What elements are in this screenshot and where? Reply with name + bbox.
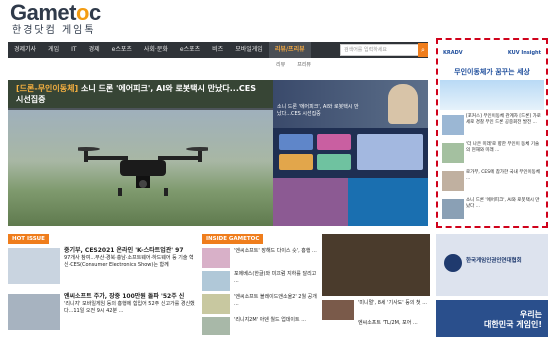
inside-gametoc-label: INSIDE GAMETOC	[202, 234, 264, 244]
hot-issue-body: '리니지' 모바일게임 등의 흥행에 힘입어 52주 신고가를 경신했다...1…	[64, 301, 195, 314]
hot-issue-label: HOT ISSUE	[8, 234, 49, 244]
subnav-item-preview[interactable]: 프리뷰	[291, 60, 317, 70]
ad-title: 무인이동체가 꿈꾸는 세상	[454, 68, 530, 76]
hot-issue-item[interactable]: 엔씨소프트 주가, 장중 100만원 돌파 '52주 신 '리니지' 모바일게임…	[64, 293, 196, 315]
inside-side-item[interactable]: 엔씨소프트 'TL/2M, 포어 ...	[358, 320, 430, 327]
ad-item-text: 소니 드론 '에어피크', AI와 로봇택시 만났다 ...	[466, 198, 540, 209]
character-art	[357, 134, 423, 170]
game-banner-image[interactable]	[322, 234, 430, 296]
ad-item-text: [포커스] 무인이동체 관계자 [드론] 가로세로 경찰 무인 드론 공중회전 …	[466, 114, 541, 125]
ad-list-item[interactable]: 소니 드론 '에어피크', AI와 로봇택시 만났다 ...	[440, 196, 544, 224]
nav-item-0[interactable]: 경제기사	[8, 42, 42, 58]
game-art	[348, 178, 428, 226]
ad-thumbnail	[442, 143, 464, 163]
search-button[interactable]: ⌕	[418, 43, 428, 57]
hero-panel-middle[interactable]	[273, 128, 428, 178]
hero-panel-top-text: 소니 드론 '에어피크', AI와 로봇택시 만났다...CES 시선집중	[277, 104, 359, 117]
hot-issue-title: 엔씨소프트 주가, 장중 100만원 돌파 '52주 신	[64, 293, 185, 300]
ad-list-item[interactable]: '더 나은 미래'로 향한 무인이 동체 기술의 현재와 미래 ...	[440, 140, 544, 168]
hot-issue-item[interactable]: 중기부, CES2021 온라인 'K-스타트업관' 97 97개사 참여...…	[64, 247, 196, 269]
ad-banner-image	[440, 80, 544, 110]
hot-issue-thumbnail[interactable]	[8, 248, 60, 284]
hero-panel-top[interactable]: 소니 드론 '에어피크', AI와 로봇택시 만났다...CES 시선집중	[273, 80, 428, 128]
search-input[interactable]: 검색어를 입력하세요	[340, 44, 420, 56]
nav-item-8[interactable]: 모바일게임	[229, 42, 269, 58]
app-tile	[279, 154, 313, 170]
hero-panel-bottom[interactable]	[273, 178, 428, 226]
ad-header: KRADV KUV Insight	[440, 42, 544, 64]
nav-item-1[interactable]: 게임	[42, 42, 65, 58]
search-icon: ⌕	[421, 46, 425, 54]
featured-ad-box[interactable]: KRADV KUV Insight 무인이동체가 꿈꾸는 세상 [포커스] 무인…	[436, 38, 548, 228]
hot-issue-title: 중기부, CES2021 온라인 'K-스타트업관' 97	[64, 247, 184, 254]
app-tile	[279, 134, 313, 150]
app-tile	[317, 134, 351, 150]
hot-issue-thumbnail[interactable]	[8, 294, 60, 330]
nav-item-4[interactable]: e스포츠	[106, 42, 138, 58]
ad-list-item[interactable]: 로가부, CES에 참가한 국내 무인이동체 ...	[440, 168, 544, 196]
promo-line-1: 우리는	[519, 310, 542, 319]
association-banner[interactable]: 한국게임인권인연대협회	[436, 234, 548, 296]
hero-banner[interactable]: [드론-무인이동체] 소니 드론 '에어피크', AI와 로봇택시 만났다...…	[8, 80, 428, 226]
ad-thumbnail	[442, 171, 464, 191]
nav-item-2[interactable]: IT	[65, 42, 82, 58]
inside-item[interactable]: '엔씨소프트 블레이드앤소울2' 2월 공개 ...	[234, 294, 318, 308]
logo-wordmark: Gametoc	[10, 0, 101, 25]
nav-item-3[interactable]: 경제	[83, 42, 106, 58]
hero-side-panels: 소니 드론 '에어피크', AI와 로봇택시 만났다...CES 시선집중	[273, 80, 428, 226]
ad-item-text: '더 나은 미래'로 향한 무인이 동체 기술의 현재와 미래 ...	[466, 142, 540, 153]
logo-subtitle: 한경닷컴 게임톡	[12, 25, 96, 36]
hero-tag: [드론-무인이동체]	[16, 84, 79, 93]
site-logo[interactable]: Gametoc 한경닷컴 게임톡	[10, 2, 101, 37]
inside-side-item[interactable]: '미니멀', 8세 '기사도' 등의 첫 ...	[358, 300, 430, 307]
inside-side-thumbnail[interactable]	[322, 300, 354, 320]
hot-issue-body: 97개사 참여...부산·경북·충남·소프트웨어·하드웨어 등 기술 혁신·CE…	[64, 255, 194, 268]
hero-caption[interactable]: [드론-무인이동체] 소니 드론 '에어피크', AI와 로봇택시 만났다...…	[8, 80, 273, 110]
subnav-item-review[interactable]: 리뷰	[270, 60, 291, 70]
inside-thumbnail[interactable]	[202, 271, 230, 291]
promo-line-2: 대한민국 게임인!	[484, 320, 542, 329]
nav-item-5[interactable]: 사회·문화	[138, 42, 174, 58]
ad-brand-left: KRADV	[443, 50, 463, 56]
nav-item-7[interactable]: 비즈	[206, 42, 229, 58]
inside-thumbnail[interactable]	[202, 248, 230, 268]
inside-thumbnail[interactable]	[202, 317, 230, 335]
ad-item-text: 로가부, CES에 참가한 국내 무인이동체 ...	[466, 170, 540, 181]
sub-nav: 리뷰 프리뷰	[270, 60, 317, 70]
ad-brand-right: KUV Insight	[507, 50, 541, 56]
app-tile	[317, 154, 351, 170]
game-art	[273, 178, 348, 226]
inside-thumbnail[interactable]	[202, 294, 230, 314]
inside-item[interactable]: 포에베스(한글)와 미끄럼 지하를 달리고 ...	[234, 271, 318, 285]
association-logo-icon	[444, 254, 462, 272]
promo-banner-bottom[interactable]: 우리는 대한민국 게임인!	[436, 300, 548, 337]
drone-image	[78, 147, 208, 196]
promo-text: 우리는 대한민국 게임인!	[484, 310, 542, 330]
nav-item-6[interactable]: e스포츠	[174, 42, 206, 58]
inside-item[interactable]: '리니지2M' 아덴 월드 업데이트 ...	[234, 317, 318, 324]
nav-item-review[interactable]: 리뷰/프리뷰	[268, 42, 311, 58]
inside-item[interactable]: '엔씨소프트' 장해드 다이스 숏', 흥행 ...	[234, 248, 318, 255]
ad-thumbnail	[442, 199, 464, 219]
person-photo	[388, 84, 418, 124]
association-title: 한국게임인권인연대협회	[466, 258, 522, 264]
ad-list-item[interactable]: [포커스] 무인이동체 관계자 [드론] 가로세로 경찰 무인 드론 공중회전 …	[440, 112, 544, 140]
site-header: Gametoc 한경닷컴 게임톡	[0, 0, 550, 42]
ad-thumbnail	[442, 115, 464, 135]
